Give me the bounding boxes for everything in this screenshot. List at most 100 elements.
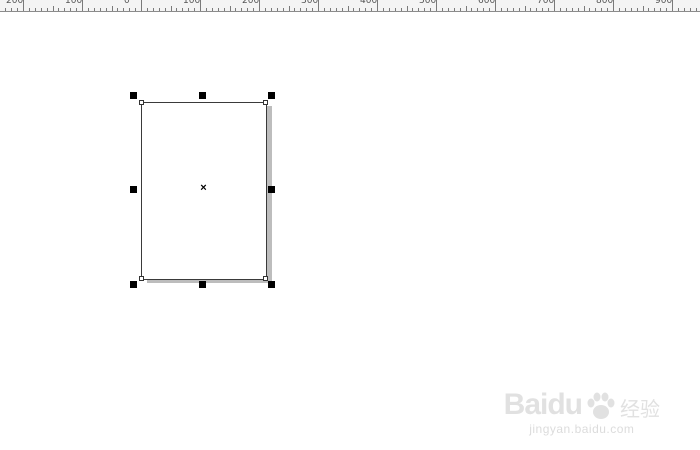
ruler-tick bbox=[466, 6, 467, 11]
ruler-label: 900 bbox=[655, 0, 673, 6]
ruler-tick bbox=[566, 8, 567, 11]
ruler-tick bbox=[696, 8, 697, 11]
watermark-logo-text: Baidu bbox=[503, 388, 583, 421]
ruler-label: 100 bbox=[65, 0, 83, 6]
ruler-tick bbox=[230, 6, 231, 11]
ruler-tick bbox=[253, 8, 254, 11]
ruler-tick bbox=[365, 8, 366, 11]
ruler-tick bbox=[241, 8, 242, 11]
ruler-tick bbox=[165, 8, 166, 11]
ruler-tick bbox=[342, 8, 343, 11]
resize-handle-bottom-center[interactable] bbox=[199, 281, 206, 288]
ruler-tick bbox=[100, 8, 101, 11]
ruler-tick bbox=[41, 8, 42, 11]
ruler-tick bbox=[11, 8, 12, 11]
ruler-tick bbox=[123, 8, 124, 11]
ruler-tick bbox=[643, 6, 644, 11]
ruler-tick bbox=[47, 8, 48, 11]
ruler-label: 800 bbox=[596, 0, 614, 6]
ruler-tick bbox=[383, 8, 384, 11]
ruler-tick bbox=[29, 8, 30, 11]
ruler-tick bbox=[418, 8, 419, 11]
corner-node-top-right[interactable] bbox=[263, 100, 268, 105]
ruler-label: 100 bbox=[183, 0, 201, 6]
baidu-watermark: Baidu 经验 jingyan.baidu.com bbox=[504, 388, 660, 436]
ruler-tick bbox=[678, 8, 679, 11]
ruler-tick bbox=[654, 8, 655, 11]
resize-handle-middle-left[interactable] bbox=[130, 186, 137, 193]
ruler-tick bbox=[265, 8, 266, 11]
ruler-tick bbox=[648, 8, 649, 11]
ruler-tick bbox=[171, 6, 172, 11]
resize-handle-top-left[interactable] bbox=[130, 92, 137, 99]
ruler-tick bbox=[58, 8, 59, 11]
rotation-center-marker[interactable]: × bbox=[198, 183, 209, 194]
ruler-tick bbox=[619, 8, 620, 11]
ruler-tick bbox=[507, 8, 508, 11]
ruler-tick bbox=[324, 8, 325, 11]
ruler-tick bbox=[454, 8, 455, 11]
watermark-cn-text: 经验 bbox=[620, 397, 660, 421]
ruler-label: 200 bbox=[242, 0, 260, 6]
ruler-tick bbox=[631, 8, 632, 11]
ruler-tick bbox=[359, 8, 360, 11]
ruler-tick bbox=[70, 8, 71, 11]
corner-node-top-left[interactable] bbox=[139, 100, 144, 105]
ruler-tick bbox=[684, 8, 685, 11]
ruler-tick bbox=[637, 8, 638, 11]
ruler-tick bbox=[513, 8, 514, 11]
ruler-tick bbox=[188, 8, 189, 11]
ruler-label: 700 bbox=[537, 0, 555, 6]
resize-handle-top-right[interactable] bbox=[268, 92, 275, 99]
ruler-label: 400 bbox=[360, 0, 378, 6]
ruler-tick bbox=[690, 8, 691, 11]
resize-handle-bottom-right[interactable] bbox=[268, 281, 275, 288]
ruler-tick bbox=[525, 6, 526, 11]
ruler-tick bbox=[88, 8, 89, 11]
ruler-label: 200 bbox=[6, 0, 24, 6]
ruler-tick bbox=[589, 8, 590, 11]
ruler-tick bbox=[141, 0, 142, 11]
ruler-tick bbox=[542, 8, 543, 11]
ruler-tick bbox=[442, 8, 443, 11]
ruler-tick bbox=[548, 8, 549, 11]
ruler-tick bbox=[153, 8, 154, 11]
ruler-tick bbox=[176, 8, 177, 11]
ruler-tick bbox=[560, 8, 561, 11]
ruler-tick bbox=[330, 8, 331, 11]
ruler-tick bbox=[206, 8, 207, 11]
paw-icon bbox=[584, 392, 618, 422]
ruler-tick bbox=[625, 8, 626, 11]
resize-handle-middle-right[interactable] bbox=[268, 186, 275, 193]
ruler-tick bbox=[64, 8, 65, 11]
ruler-tick bbox=[306, 8, 307, 11]
ruler-tick bbox=[17, 8, 18, 11]
ruler-tick bbox=[35, 8, 36, 11]
ruler-tick bbox=[182, 8, 183, 11]
ruler-tick bbox=[601, 8, 602, 11]
ruler-tick bbox=[289, 6, 290, 11]
ruler-tick bbox=[336, 8, 337, 11]
ruler-tick bbox=[300, 8, 301, 11]
ruler-tick bbox=[117, 8, 118, 11]
horizontal-ruler[interactable]: 200 100 0 100 200 300 400 500 600 700 800 900 bbox=[0, 0, 700, 12]
ruler-tick bbox=[471, 8, 472, 11]
ruler-tick bbox=[294, 8, 295, 11]
ruler-tick bbox=[106, 8, 107, 11]
watermark-url: jingyan.baidu.com bbox=[529, 422, 635, 436]
ruler-tick bbox=[412, 8, 413, 11]
ruler-tick bbox=[212, 8, 213, 11]
resize-handle-top-center[interactable] bbox=[199, 92, 206, 99]
ruler-tick bbox=[477, 8, 478, 11]
corner-node-bottom-left[interactable] bbox=[139, 276, 144, 281]
ruler-tick bbox=[271, 8, 272, 11]
ruler-tick bbox=[147, 8, 148, 11]
ruler-tick bbox=[530, 8, 531, 11]
resize-handle-bottom-left[interactable] bbox=[130, 281, 137, 288]
ruler-tick bbox=[94, 8, 95, 11]
ruler-tick bbox=[595, 8, 596, 11]
ruler-tick bbox=[395, 8, 396, 11]
ruler-tick bbox=[348, 6, 349, 11]
ruler-tick bbox=[666, 8, 667, 11]
drawing-canvas[interactable]: × Baidu 经验 jingyan.baidu.com bbox=[0, 12, 700, 450]
